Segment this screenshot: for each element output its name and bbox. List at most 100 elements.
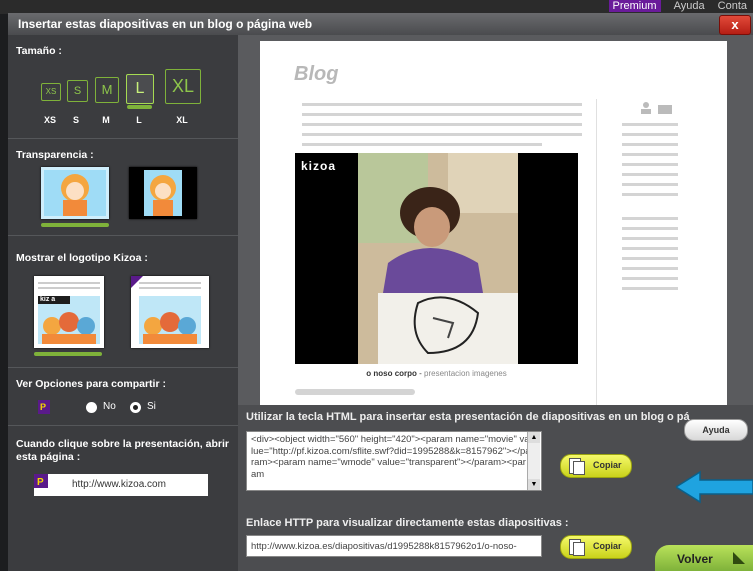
size-xl-option[interactable]: XL xyxy=(165,69,201,104)
girl-illustration-black-icon xyxy=(129,167,197,219)
sidebar-line xyxy=(622,123,678,126)
sidebar-line xyxy=(622,267,678,270)
slideshow-photo xyxy=(358,153,518,364)
copy-icon xyxy=(569,458,585,475)
sidebar-line xyxy=(622,193,678,196)
size-m-option[interactable]: M xyxy=(95,77,119,103)
girl-illustration-icon xyxy=(41,167,109,219)
size-xl-label: XL xyxy=(176,115,188,125)
size-selected-indicator xyxy=(127,105,152,109)
contact-link[interactable]: Conta xyxy=(718,0,747,12)
sidebar-line xyxy=(622,257,678,260)
embed-code-text: <div><object width="560" height="420"><p… xyxy=(251,434,531,480)
premium-link[interactable]: Premium xyxy=(608,0,661,12)
size-section: Tamaño : XS S M L XL XS S M L XL xyxy=(8,35,238,139)
sidebar-line xyxy=(622,183,678,186)
preview-bar xyxy=(295,389,415,395)
embed-code-textarea[interactable]: <div><object width="560" height="420"><p… xyxy=(246,431,542,491)
site-links: Premium Ayuda Conta xyxy=(599,0,747,12)
pointer-arrow-icon xyxy=(676,470,753,504)
family-illustration-icon xyxy=(131,276,209,348)
share-no-label: No xyxy=(103,401,116,412)
transparency-selected-indicator xyxy=(41,223,109,227)
sidebar-line xyxy=(622,153,678,156)
dialog-title: Insertar estas diapositivas en un blog o… xyxy=(18,17,313,31)
size-xs-option[interactable]: XS xyxy=(41,83,61,101)
svg-text:P: P xyxy=(37,477,44,488)
code-scrollbar[interactable]: ▲ ▼ xyxy=(527,432,540,490)
text-line xyxy=(302,103,582,106)
column-divider xyxy=(596,99,597,419)
sidebar-line xyxy=(622,217,678,220)
text-line xyxy=(302,143,542,146)
caption-title: o noso corpo xyxy=(366,369,417,378)
scroll-up-icon[interactable]: ▲ xyxy=(528,432,540,443)
share-title: Ver Opciones para compartir : xyxy=(16,378,166,390)
size-l-option[interactable]: L xyxy=(126,74,154,104)
transparency-on-thumbnail[interactable] xyxy=(41,167,109,219)
embed-dialog: Insertar estas diapositivas en un blog o… xyxy=(8,13,753,571)
logo-off-thumbnail[interactable] xyxy=(131,276,209,348)
text-line xyxy=(302,133,582,136)
back-label: Volver xyxy=(677,552,713,566)
size-m-label: M xyxy=(102,115,110,125)
size-s-label: S xyxy=(72,115,79,125)
back-button[interactable]: Volver xyxy=(655,545,753,571)
link-url-text: http://www.kizoa.com xyxy=(72,479,166,490)
embed-code-label: Utilizar la tecla HTML para insertar est… xyxy=(246,411,690,423)
back-arrow-icon xyxy=(733,552,745,564)
share-no-radio[interactable] xyxy=(86,402,97,413)
slideshow-caption: o noso corpo - presentacion imagenes xyxy=(295,369,578,378)
logo-on-thumbnail[interactable]: kiz a xyxy=(34,276,104,348)
close-button[interactable]: x xyxy=(719,15,751,35)
sidebar-line xyxy=(622,247,678,250)
text-line xyxy=(302,113,582,116)
kizoa-video-logo: kizoa xyxy=(301,159,337,173)
logo-section: Mostrar el logotipo Kizoa : kiz a xyxy=(8,236,238,368)
help-button[interactable]: Ayuda xyxy=(684,419,748,441)
sidebar-line xyxy=(622,227,678,230)
copy-link-button[interactable]: Copiar xyxy=(560,535,632,559)
svg-text:P: P xyxy=(40,402,46,412)
size-l-label: L xyxy=(136,115,142,125)
transparency-off-thumbnail[interactable] xyxy=(129,167,197,219)
size-s-option[interactable]: S xyxy=(67,80,88,102)
size-title: Tamaño : xyxy=(16,45,62,57)
direct-link-field[interactable]: http://www.kizoa.es/diapositivas/d199528… xyxy=(246,535,542,557)
sidebar-line xyxy=(622,173,678,176)
blog-preview: Blog kizoa o noso corpo - presentacion i… xyxy=(260,41,727,441)
sidebar-line xyxy=(622,237,678,240)
site-topbar: Premium Ayuda Conta xyxy=(0,0,753,14)
link-section: Cuando clique sobre la presentación, abr… xyxy=(8,426,238,511)
link-url-field[interactable]: P http://www.kizoa.com xyxy=(34,474,208,496)
child-drawing-photo xyxy=(358,153,518,364)
direct-link-label: Enlace HTTP para visualizar directamente… xyxy=(246,517,569,529)
transparency-section: Transparencia : xyxy=(8,139,238,236)
sidebar-line xyxy=(622,287,678,290)
slideshow-preview[interactable]: kizoa xyxy=(295,153,578,364)
transparency-title: Transparencia : xyxy=(16,149,94,161)
options-panel: Tamaño : XS S M L XL XS S M L XL Transpa… xyxy=(8,35,238,571)
caption-subtitle: presentacion imagenes xyxy=(424,369,507,378)
user-mail-icon xyxy=(641,102,672,114)
sidebar-line xyxy=(622,143,678,146)
logo-selected-indicator xyxy=(34,352,102,356)
share-si-radio[interactable] xyxy=(130,402,141,413)
link-p-icon: P xyxy=(34,474,48,488)
sidebar-line xyxy=(622,133,678,136)
copy-code-button[interactable]: Copiar xyxy=(560,454,632,478)
dialog-titlebar: Insertar estas diapositivas en un blog o… xyxy=(8,13,753,35)
copy-icon xyxy=(569,539,585,556)
share-p-icon: P xyxy=(38,400,50,414)
link-title: Cuando clique sobre la presentación, abr… xyxy=(16,438,229,463)
logo-title: Mostrar el logotipo Kizoa : xyxy=(16,252,148,264)
sidebar-line xyxy=(622,277,678,280)
scroll-down-icon[interactable]: ▼ xyxy=(528,479,540,490)
family-illustration-logo-icon xyxy=(34,276,104,348)
text-line xyxy=(302,123,582,126)
caption-separator: - xyxy=(416,369,425,378)
share-si-label: Si xyxy=(147,401,156,412)
share-section: Ver Opciones para compartir : P No Si xyxy=(8,368,238,426)
kizoa-mini-logo: kiz a xyxy=(40,296,56,303)
help-link[interactable]: Ayuda xyxy=(674,0,705,12)
